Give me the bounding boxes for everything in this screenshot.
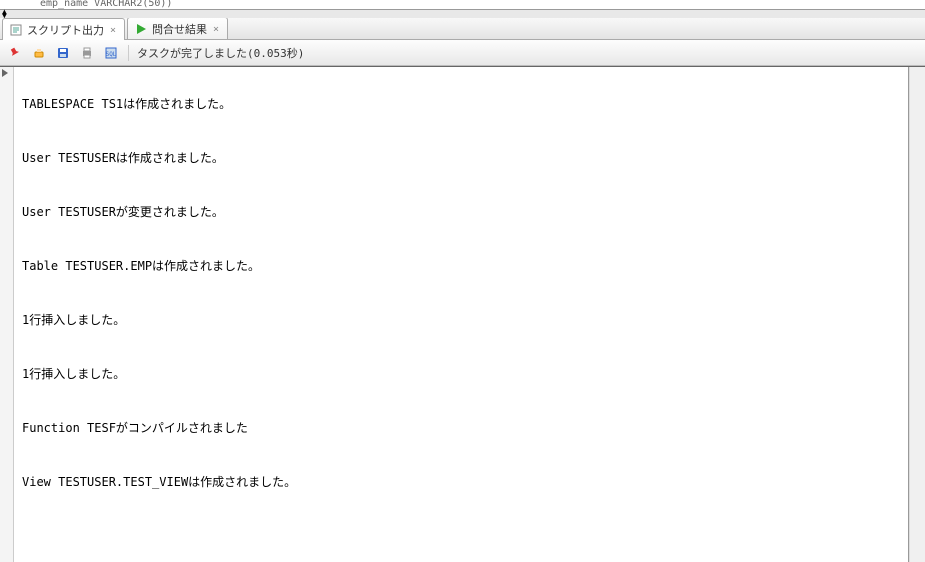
tab-label: スクリプト出力 <box>27 22 104 38</box>
svg-text:SQL: SQL <box>106 51 117 58</box>
printer-icon <box>80 46 94 60</box>
eraser-icon <box>32 46 46 60</box>
play-icon <box>134 22 148 36</box>
script-icon <box>9 23 23 37</box>
toolbar: SQL タスクが完了しました(0.053秒) <box>0 40 925 66</box>
pin-icon <box>8 46 22 60</box>
splitter-arrows-icon: ▲▼ <box>2 10 7 18</box>
splitter-bar[interactable]: ▲▼ <box>0 10 925 18</box>
tab-query-result[interactable]: 問合せ結果 × <box>127 17 228 39</box>
clear-button[interactable] <box>30 44 48 62</box>
print-button[interactable] <box>78 44 96 62</box>
save-button[interactable] <box>54 44 72 62</box>
collapse-icon[interactable] <box>2 69 8 77</box>
code-fragment: emp_name VARCHAR2(50)) <box>0 0 925 10</box>
gutter <box>0 67 14 562</box>
scrollbar[interactable] <box>909 67 925 562</box>
close-icon[interactable]: × <box>211 24 221 35</box>
sql-button[interactable]: SQL <box>102 44 120 62</box>
tab-label: 問合せ結果 <box>152 21 207 37</box>
tab-bar: スクリプト出力 × 問合せ結果 × <box>0 18 925 40</box>
sql-icon: SQL <box>104 46 118 60</box>
output-text[interactable]: TABLESPACE TS1は作成されました。 User TESTUSERは作成… <box>14 67 909 562</box>
status-text: タスクが完了しました(0.053秒) <box>137 45 304 61</box>
close-icon[interactable]: × <box>108 25 118 36</box>
output-wrapper: TABLESPACE TS1は作成されました。 User TESTUSERは作成… <box>0 66 925 562</box>
floppy-icon <box>56 46 70 60</box>
toolbar-divider <box>128 45 129 61</box>
pin-button[interactable] <box>6 44 24 62</box>
tab-script-output[interactable]: スクリプト出力 × <box>2 18 125 40</box>
